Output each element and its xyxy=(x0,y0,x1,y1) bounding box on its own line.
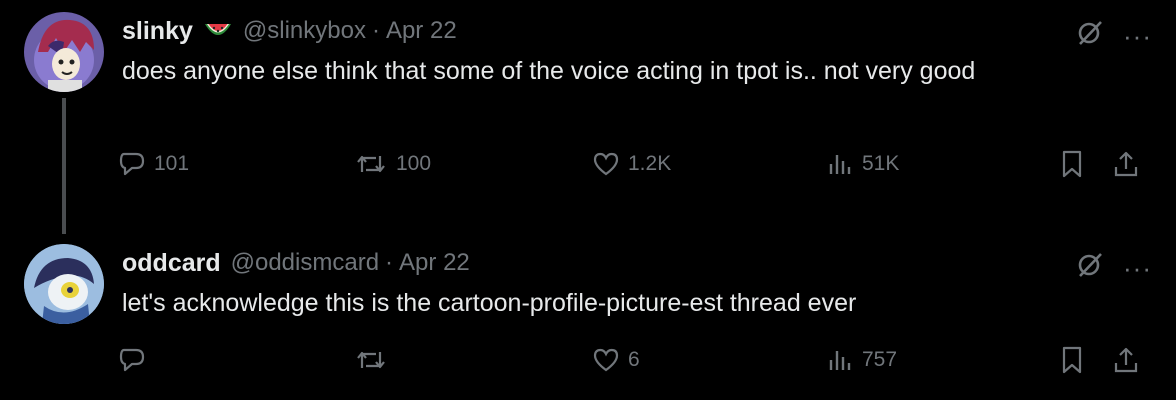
views-count: 51K xyxy=(862,152,900,175)
bookmark-icon xyxy=(1058,149,1086,179)
tweet[interactable]: slinky @slinkybox · Apr 22 ··· does anyo… xyxy=(0,0,1176,234)
user-handle[interactable]: @oddismcard xyxy=(231,249,379,277)
tweet-date[interactable]: Apr 22 xyxy=(386,17,457,45)
views-button[interactable]: 757 xyxy=(826,346,897,374)
tweet-text: does anyone else think that some of the … xyxy=(122,57,976,85)
user-handle[interactable]: @slinkybox xyxy=(243,17,366,45)
more-options-icon[interactable]: ··· xyxy=(1123,255,1152,281)
analytics-icon xyxy=(826,346,854,374)
more-options-icon[interactable]: ··· xyxy=(1123,23,1152,49)
retweet-button[interactable] xyxy=(354,346,396,374)
retweet-count: 100 xyxy=(396,152,432,175)
share-icon xyxy=(1112,149,1140,179)
tweet-date[interactable]: Apr 22 xyxy=(399,249,470,277)
share-icon xyxy=(1112,345,1140,375)
tweet-header: slinky @slinkybox · Apr 22 xyxy=(122,14,1156,48)
tweet-top-icons: ··· xyxy=(1075,18,1152,53)
separator-dot: · xyxy=(371,17,380,44)
like-button[interactable]: 6 xyxy=(592,346,640,374)
reply-button[interactable]: 101 xyxy=(118,150,189,178)
separator-dot: · xyxy=(385,249,394,276)
share-button[interactable] xyxy=(1112,345,1140,375)
like-count: 1.2K xyxy=(628,152,672,175)
retweet-icon xyxy=(354,346,388,374)
thread-connector-line xyxy=(62,98,66,234)
grok-icon[interactable] xyxy=(1075,18,1105,53)
tweet-top-icons: ··· xyxy=(1075,250,1152,285)
like-button[interactable]: 1.2K xyxy=(592,150,671,178)
reply-icon xyxy=(118,346,146,374)
views-button[interactable]: 51K xyxy=(826,150,899,178)
avatar[interactable] xyxy=(24,12,104,92)
heart-icon xyxy=(592,346,620,374)
retweet-button[interactable]: 100 xyxy=(354,150,431,178)
share-button[interactable] xyxy=(1112,149,1140,179)
reply-icon xyxy=(118,150,146,178)
heart-icon xyxy=(592,150,620,178)
bookmark-button[interactable] xyxy=(1058,345,1086,375)
tweet-header: oddcard @oddismcard · Apr 22 xyxy=(122,246,1156,280)
avatar[interactable] xyxy=(24,244,104,324)
bookmark-button[interactable] xyxy=(1058,149,1086,179)
reply-button[interactable] xyxy=(118,346,154,374)
analytics-icon xyxy=(826,150,854,178)
display-name[interactable]: oddcard xyxy=(122,249,221,278)
tweet-text: let's acknowledge this is the cartoon-pr… xyxy=(122,289,857,317)
retweet-icon xyxy=(354,150,388,178)
views-count: 757 xyxy=(862,348,898,371)
tweet[interactable]: oddcard @oddismcard · Apr 22 ··· let's a… xyxy=(0,232,1176,400)
reply-count: 101 xyxy=(154,152,190,175)
grok-icon[interactable] xyxy=(1075,250,1105,285)
like-count: 6 xyxy=(628,348,640,371)
bookmark-icon xyxy=(1058,345,1086,375)
watermelon-icon xyxy=(203,20,233,42)
tweet-body: oddcard @oddismcard · Apr 22 ··· let's a… xyxy=(122,246,1156,322)
display-name[interactable]: slinky xyxy=(122,17,193,46)
tweet-body: slinky @slinkybox · Apr 22 ··· does anyo… xyxy=(122,14,1156,90)
